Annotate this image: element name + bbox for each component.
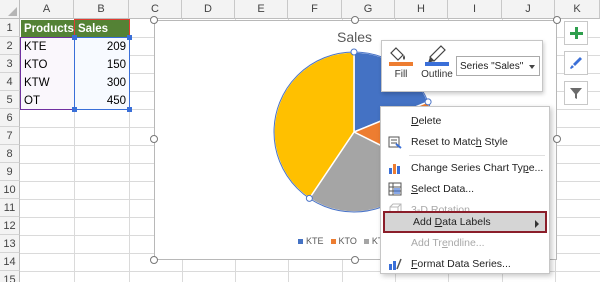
chevron-down-icon xyxy=(529,65,535,69)
menu-item-select-data[interactable]: Select Data... xyxy=(383,178,547,200)
row-header-2[interactable]: 2 xyxy=(0,37,20,55)
legend-entry[interactable]: KTE xyxy=(298,236,324,246)
row-header-12[interactable]: 12 xyxy=(0,217,20,235)
resize-handle[interactable] xyxy=(150,16,158,24)
col-header-e[interactable]: E xyxy=(235,0,288,19)
product-cell[interactable]: KTE xyxy=(21,38,74,56)
outline-button[interactable]: Outline xyxy=(420,44,454,90)
row-header-15[interactable]: 15 xyxy=(0,271,20,282)
row-header-7[interactable]: 7 xyxy=(0,127,20,145)
row-header-13[interactable]: 13 xyxy=(0,235,20,253)
sales-cell[interactable]: 209 xyxy=(75,38,129,56)
plus-icon xyxy=(570,27,583,39)
row-header-8[interactable]: 8 xyxy=(0,145,20,163)
col-header-i[interactable]: I xyxy=(448,0,502,19)
chart-filters-button[interactable] xyxy=(564,81,588,105)
row-header-5[interactable]: 5 xyxy=(0,91,20,109)
row-header-6[interactable]: 6 xyxy=(0,109,20,127)
menu-item-reset-style[interactable]: Reset to Match Style xyxy=(383,131,547,153)
product-cell[interactable]: KTW xyxy=(21,74,74,92)
resize-handle[interactable] xyxy=(351,16,359,24)
col-header-h[interactable]: H xyxy=(395,0,448,19)
resize-handle[interactable] xyxy=(150,135,158,143)
funnel-icon xyxy=(570,88,582,99)
delete-icon xyxy=(383,110,407,132)
series-selector-dropdown[interactable]: Series "Sales" xyxy=(456,56,540,76)
range-handle[interactable] xyxy=(72,35,77,40)
spreadsheet[interactable]: A B C D E F G H I J K 1 2 3 4 5 6 7 8 9 … xyxy=(0,0,600,282)
select-data-icon xyxy=(383,178,407,200)
menu-item-label: Select Data... xyxy=(411,183,475,195)
fill-button[interactable]: Fill xyxy=(384,44,418,90)
row-header-14[interactable]: 14 xyxy=(0,253,20,271)
menu-item-label: Add Trendline... xyxy=(411,237,485,249)
menu-item-label: Change Series Chart Type... xyxy=(411,162,544,174)
resize-handle[interactable] xyxy=(150,256,158,264)
legend-label: KTE xyxy=(306,236,324,246)
legend-entry[interactable]: KTO xyxy=(330,236,357,246)
menu-item-label: Reset to Match Style xyxy=(411,136,508,148)
col-header-g[interactable]: G xyxy=(342,0,395,19)
range-handle[interactable] xyxy=(127,107,132,112)
fill-bucket-icon xyxy=(389,47,413,66)
series-point-handle[interactable] xyxy=(350,48,358,56)
menu-item-label: Format Data Series... xyxy=(411,258,511,270)
row-header-9[interactable]: 9 xyxy=(0,163,20,181)
reset-style-icon xyxy=(383,131,407,153)
outline-label: Outline xyxy=(421,69,453,80)
context-menu: Delete Reset to Match Style Change Serie… xyxy=(380,106,550,274)
menu-item-add-trendline[interactable]: Add Trendline... xyxy=(383,232,547,254)
format-mini-toolbar: Fill Outline Series "Sales" xyxy=(381,40,543,92)
product-cell[interactable]: KTO xyxy=(21,56,74,74)
sales-cell[interactable]: 300 xyxy=(75,74,129,92)
series-point-handle[interactable] xyxy=(305,194,313,202)
menu-item-label: Delete xyxy=(411,115,442,127)
pen-outline-icon xyxy=(425,45,449,66)
menu-item-icon-blank xyxy=(383,232,407,254)
gridline xyxy=(129,19,130,282)
series-selector-value: Series "Sales" xyxy=(460,60,524,72)
menu-item-add-data-labels[interactable]: Add Data Labels xyxy=(383,211,547,233)
submenu-arrow-icon xyxy=(535,220,539,228)
fill-label: Fill xyxy=(394,69,408,80)
col-header-b[interactable]: B xyxy=(74,0,129,19)
resize-handle[interactable] xyxy=(553,135,561,143)
sales-cell[interactable]: 450 xyxy=(75,92,129,110)
product-cell[interactable]: OT xyxy=(21,92,74,110)
menu-item-label: Add Data Labels xyxy=(413,216,491,228)
resize-handle[interactable] xyxy=(351,256,359,264)
row-header-3[interactable]: 3 xyxy=(0,55,20,73)
row-header-4[interactable]: 4 xyxy=(0,73,20,91)
menu-separator xyxy=(409,155,545,156)
range-handle[interactable] xyxy=(127,35,132,40)
menu-item-delete[interactable]: Delete xyxy=(383,110,547,132)
menu-item-icon-blank xyxy=(385,211,409,233)
chart-elements-button[interactable] xyxy=(564,21,588,45)
row-header-11[interactable]: 11 xyxy=(0,199,20,217)
brush-icon xyxy=(570,57,582,69)
col-header-a[interactable]: A xyxy=(20,0,74,19)
col-header-f[interactable]: F xyxy=(288,0,342,19)
legend-label: KTO xyxy=(338,236,357,246)
menu-item-change-chart-type[interactable]: Change Series Chart Type... xyxy=(383,157,547,179)
menu-item-format-data-series[interactable]: Format Data Series... xyxy=(383,253,547,275)
sales-cell[interactable]: 150 xyxy=(75,56,129,74)
col-header-d[interactable]: D xyxy=(182,0,235,19)
col-header-k[interactable]: K xyxy=(555,0,600,19)
legend-swatch xyxy=(298,238,303,244)
select-all-corner[interactable] xyxy=(0,0,20,19)
range-handle[interactable] xyxy=(72,107,77,112)
legend-swatch xyxy=(330,238,336,244)
row-header-1[interactable]: 1 xyxy=(0,19,20,37)
header-cell-products[interactable]: Products xyxy=(21,20,74,38)
col-header-j[interactable]: J xyxy=(502,0,555,19)
legend-swatch xyxy=(363,238,369,244)
chart-type-icon xyxy=(383,157,407,179)
series-point-handle[interactable] xyxy=(424,98,432,106)
header-cell-sales[interactable]: Sales xyxy=(75,20,129,38)
chart-styles-button[interactable] xyxy=(564,51,588,75)
format-series-icon xyxy=(383,253,407,275)
row-header-10[interactable]: 10 xyxy=(0,181,20,199)
resize-handle[interactable] xyxy=(553,16,561,24)
